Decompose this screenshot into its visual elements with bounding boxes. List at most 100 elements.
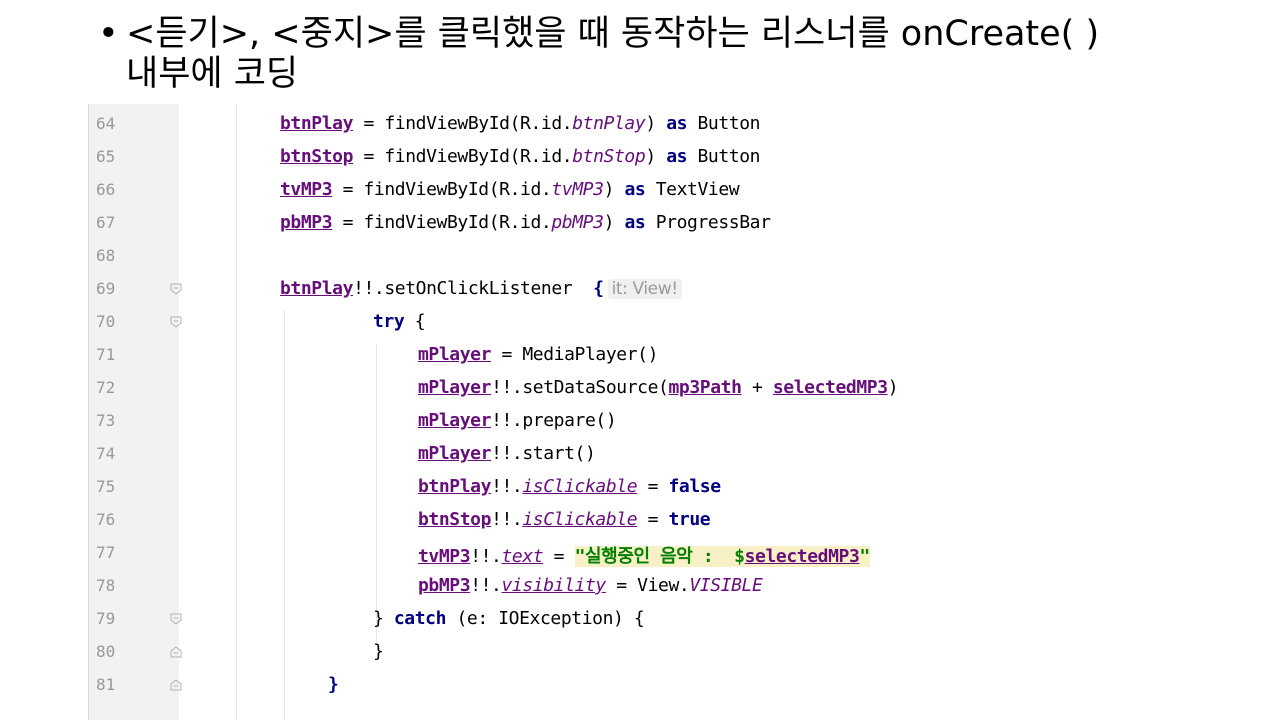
token-plain: Button	[687, 113, 761, 134]
token-plain: )	[887, 377, 899, 398]
token-plain: !!.setDataSource(	[491, 377, 669, 398]
token-plain: !!.	[491, 476, 523, 497]
token-property: mPlayer	[418, 410, 492, 431]
token-property: mPlayer	[418, 377, 492, 398]
code-line: 80 }	[88, 636, 948, 669]
token-property: btnStop	[418, 509, 492, 530]
token-plain: (e: IOException) {	[446, 608, 645, 629]
code-text: tvMP3!!.text = "실행중인 음악 : $selectedMP3"	[418, 542, 870, 568]
line-number: 80	[96, 642, 116, 661]
line-number: 68	[96, 246, 116, 265]
code-text: pbMP3 = findViewById(R.id.pbMP3) as Prog…	[280, 212, 771, 233]
token-synthetic-property: visibility	[501, 575, 607, 596]
code-line: 70 try {	[88, 306, 948, 339]
token-property: mPlayer	[418, 443, 492, 464]
line-number: 81	[96, 675, 116, 694]
code-text: mPlayer = MediaPlayer()	[418, 344, 658, 365]
token-keyword: as	[624, 179, 646, 200]
fold-end-icon[interactable]	[170, 646, 182, 658]
code-line: 67 pbMP3 = findViewById(R.id.pbMP3) as P…	[88, 207, 948, 240]
token-keyword: true	[668, 509, 711, 530]
code-line: 68	[88, 240, 948, 273]
line-number: 73	[96, 411, 116, 430]
token-id: btnStop	[572, 146, 646, 167]
line-number: 75	[96, 477, 116, 496]
token-property: selectedMP3	[744, 546, 860, 567]
token-plain: Button	[687, 146, 761, 167]
token-plain: !!.start()	[491, 443, 596, 464]
token-property: btnPlay	[418, 476, 492, 497]
line-number: 77	[96, 543, 116, 562]
token-plain: = findViewById(R.id.	[332, 179, 552, 200]
line-number: 67	[96, 213, 116, 232]
code-text: try {	[373, 311, 426, 332]
token-property: mPlayer	[418, 344, 492, 365]
token-plain: )	[645, 146, 667, 167]
code-text: mPlayer!!.setDataSource(mp3Path + select…	[418, 377, 899, 398]
code-line: 75 btnPlay!!.isClickable = false	[88, 471, 948, 504]
code-line: 78 pbMP3!!.visibility = View.VISIBLE	[88, 570, 948, 603]
code-line: 76 btnStop!!.isClickable = true	[88, 504, 948, 537]
token-plain: }	[373, 608, 394, 629]
code-line: 73 mPlayer!!.prepare()	[88, 405, 948, 438]
code-line: 77 tvMP3!!.text = "실행중인 음악 : $selectedMP…	[88, 537, 948, 570]
line-number: 71	[96, 345, 116, 364]
code-editor: 64 btnPlay = findViewById(R.id.btnPlay) …	[88, 104, 948, 720]
token-plain: !!.	[491, 509, 523, 530]
code-text: }	[373, 641, 384, 662]
code-line: 65 btnStop = findViewById(R.id.btnStop) …	[88, 141, 948, 174]
token-plain: =	[637, 476, 669, 497]
token-string: "실행중인 음악 : $	[574, 546, 745, 567]
title-line-2: 내부에 코딩	[126, 54, 299, 94]
token-plain: }	[373, 641, 384, 662]
token-plain: = findViewById(R.id.	[353, 146, 573, 167]
code-text: btnPlay!!.isClickable = false	[418, 476, 721, 497]
token-plain: !!.prepare()	[491, 410, 617, 431]
fold-end-icon[interactable]	[170, 679, 182, 691]
parameter-hint: it: View!	[607, 279, 682, 299]
code-line: 71 mPlayer = MediaPlayer()	[88, 339, 948, 372]
token-plain: = View.	[605, 575, 690, 596]
token-keyword: as	[624, 212, 646, 233]
token-plain: = findViewById(R.id.	[353, 113, 573, 134]
fold-icon[interactable]	[170, 613, 182, 625]
line-number: 76	[96, 510, 116, 529]
code-text: mPlayer!!.start()	[418, 443, 596, 464]
token-plain: {	[404, 311, 426, 332]
token-plain: ProgressBar	[645, 212, 771, 233]
token-property: btnPlay	[280, 113, 354, 134]
token-plain: TextView	[645, 179, 740, 200]
token-id: tvMP3	[551, 179, 604, 200]
token-plain: )	[603, 179, 625, 200]
line-number: 65	[96, 147, 116, 166]
token-brace: {	[593, 278, 604, 299]
line-number: 64	[96, 114, 116, 133]
line-number: 79	[96, 609, 116, 628]
token-property: pbMP3	[280, 212, 333, 233]
bullet: •	[98, 14, 119, 54]
token-brace: }	[328, 674, 339, 695]
code-text: btnStop!!.isClickable = true	[418, 509, 711, 530]
token-plain: )	[645, 113, 667, 134]
code-line: 66 tvMP3 = findViewById(R.id.tvMP3) as T…	[88, 174, 948, 207]
token-synthetic-property: text	[501, 546, 544, 567]
fold-icon[interactable]	[170, 316, 182, 328]
token-plain: )	[603, 212, 625, 233]
token-keyword: catch	[393, 608, 447, 629]
token-id: btnPlay	[572, 113, 646, 134]
token-plain: = findViewById(R.id.	[332, 212, 552, 233]
fold-icon[interactable]	[170, 283, 182, 295]
token-property: tvMP3	[280, 179, 333, 200]
code-line: 72 mPlayer!!.setDataSource(mp3Path + sel…	[88, 372, 948, 405]
code-line: 81 }	[88, 669, 948, 702]
code-line: 64 btnPlay = findViewById(R.id.btnPlay) …	[88, 108, 948, 141]
code-text: btnPlay!!.setOnClickListener {it: View!	[280, 278, 682, 299]
token-constant: VISIBLE	[689, 575, 763, 596]
line-number: 78	[96, 576, 116, 595]
line-number: 70	[96, 312, 116, 331]
token-synthetic-property: isClickable	[522, 476, 638, 497]
code-text: } catch (e: IOException) {	[373, 608, 645, 629]
token-keyword: as	[666, 113, 688, 134]
token-property: tvMP3	[418, 546, 471, 567]
token-plain: = MediaPlayer()	[491, 344, 659, 365]
